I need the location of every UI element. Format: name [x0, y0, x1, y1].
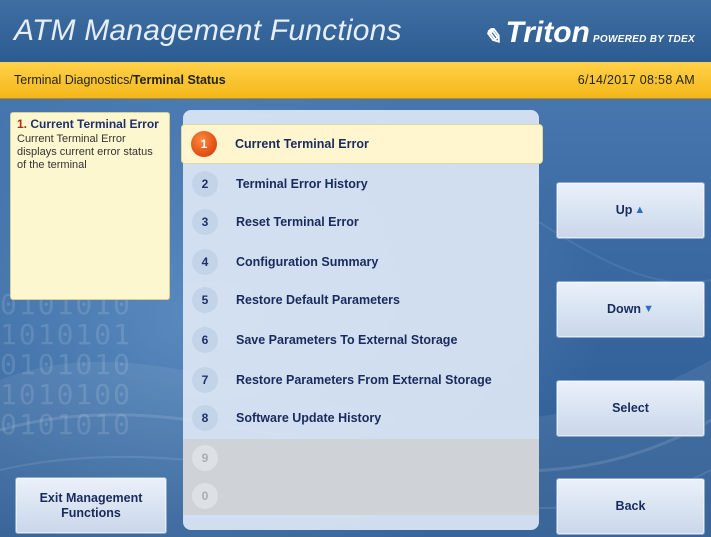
down-button[interactable]: Down ▼	[556, 281, 705, 338]
menu-item-label: Current Terminal Error	[235, 137, 369, 151]
up-button-label: Up	[615, 203, 633, 217]
up-button[interactable]: Up ▲	[556, 182, 705, 239]
triton-logo: ✎ Triton POWERED BY TDEX	[483, 16, 695, 50]
up-arrow-icon: ▲	[634, 204, 646, 216]
menu-number-badge: 9	[192, 445, 218, 471]
menu-number-badge: 6	[192, 327, 218, 353]
help-number: 1.	[17, 117, 28, 131]
status-bar: Terminal Diagnostics/Terminal Status 6/1…	[0, 62, 711, 99]
menu-item-3[interactable]: 3 Reset Terminal Error	[183, 203, 539, 241]
menu-item-9: 9	[183, 439, 539, 477]
exit-management-button[interactable]: Exit Management Functions	[15, 477, 167, 534]
menu-item-2[interactable]: 2 Terminal Error History	[183, 165, 539, 203]
breadcrumb-current: Terminal Status	[132, 73, 226, 87]
menu-item-7[interactable]: 7 Restore Parameters From External Stora…	[183, 361, 539, 399]
logo-mark-icon: ✎	[483, 24, 502, 49]
menu-number-badge: 8	[192, 405, 218, 431]
atm-screen: 0101010 1010101 0101010 1010100 0101010 ATM …	[0, 0, 711, 537]
exit-button-label-line2: Functions	[61, 505, 121, 520]
menu-item-8[interactable]: 8 Software Update History	[183, 399, 539, 437]
menu-item-0: 0	[183, 477, 539, 515]
menu-number-badge: 7	[192, 367, 218, 393]
menu-number-badge: 2	[192, 171, 218, 197]
menu-item-label: Configuration Summary	[236, 255, 379, 269]
back-button-label: Back	[615, 499, 646, 513]
menu-item-label: Reset Terminal Error	[236, 215, 359, 229]
menu-list: 1 Current Terminal Error 2 Terminal Erro…	[181, 110, 543, 530]
menu-item-6[interactable]: 6 Save Parameters To External Storage	[183, 321, 539, 359]
datetime: 6/14/2017 08:58 AM	[577, 73, 695, 87]
menu-number-badge: 3	[192, 209, 218, 235]
binary-decoration: 0101010 1010101 0101010 1010100 0101010	[0, 288, 133, 441]
breadcrumb-path: Terminal Diagnostics/	[14, 73, 133, 87]
select-button-label: Select	[612, 401, 649, 415]
down-arrow-icon: ▼	[643, 303, 654, 315]
back-button[interactable]: Back	[556, 478, 705, 535]
menu-item-label: Restore Default Parameters	[236, 293, 400, 307]
menu-number-badge: 1	[191, 131, 217, 157]
menu-item-label: Terminal Error History	[236, 177, 368, 191]
logo-subtext: POWERED BY TDEX	[592, 34, 695, 45]
logo-text: Triton	[505, 16, 590, 49]
help-title: 1. Current Terminal Error	[17, 117, 163, 131]
menu-number-badge: 4	[192, 249, 218, 275]
menu-number-badge: 0	[192, 483, 218, 509]
menu-item-label: Restore Parameters From External Storage	[236, 373, 492, 387]
menu-item-label: Save Parameters To External Storage	[236, 333, 458, 347]
menu-item-5[interactable]: 5 Restore Default Parameters	[183, 281, 539, 319]
breadcrumb: Terminal Diagnostics/Terminal Status	[14, 73, 226, 87]
header: ATM Management Functions ✎ Triton POWERE…	[0, 0, 711, 62]
menu-item-1[interactable]: 1 Current Terminal Error	[181, 124, 543, 164]
menu-item-4[interactable]: 4 Configuration Summary	[183, 243, 539, 281]
down-button-label: Down	[607, 302, 642, 316]
page-title: ATM Management Functions	[14, 14, 402, 47]
select-button[interactable]: Select	[556, 380, 705, 437]
help-body: Current Terminal Error displays current …	[17, 133, 153, 171]
menu-item-label: Software Update History	[236, 411, 382, 425]
help-panel: 1. Current Terminal Error Current Termin…	[10, 112, 170, 300]
help-title-text: Current Terminal Error	[30, 117, 159, 131]
menu-number-badge: 5	[192, 287, 218, 313]
exit-button-label-line1: Exit Management	[39, 490, 143, 505]
